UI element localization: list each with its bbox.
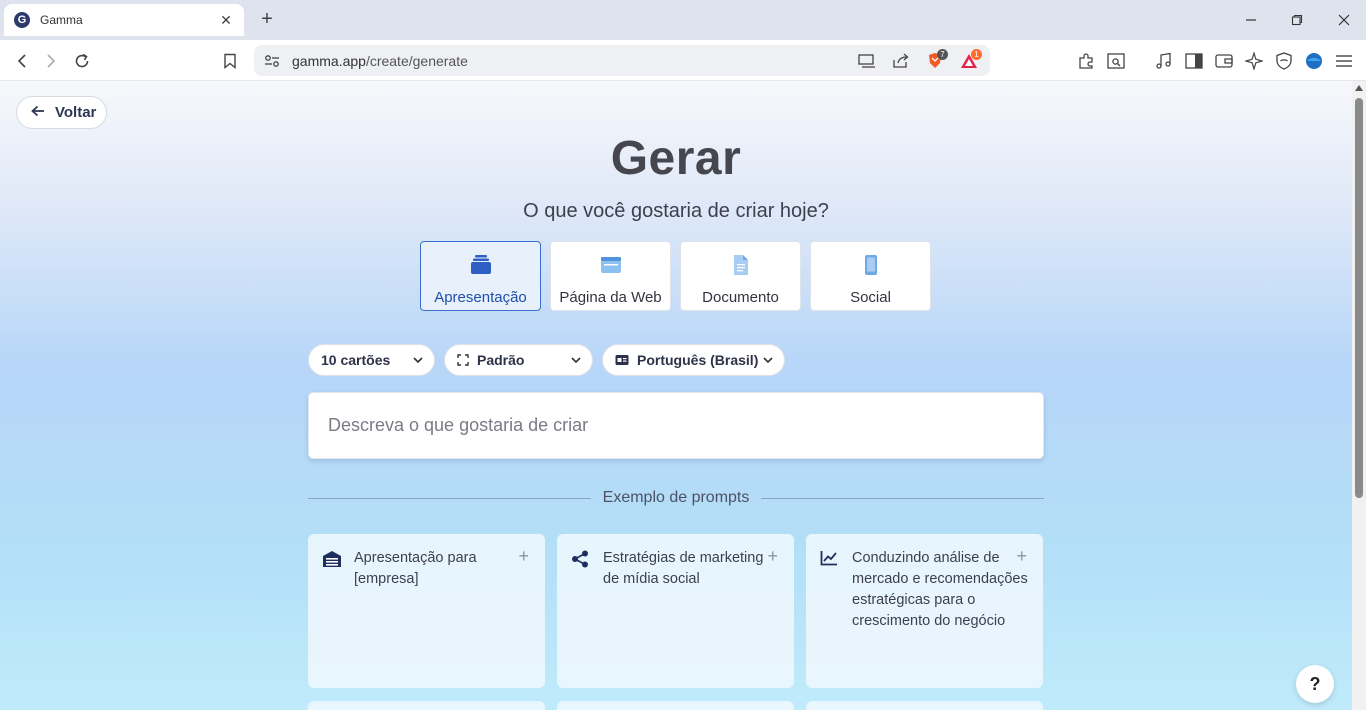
close-window-icon[interactable]: [1330, 6, 1358, 34]
chevron-down-icon: [762, 353, 774, 369]
bookmark-icon[interactable]: [217, 48, 243, 74]
page-title: Gerar: [610, 132, 742, 185]
language-select[interactable]: Português (Brasil): [602, 344, 785, 376]
example-prompt-card-partial[interactable]: [806, 701, 1043, 710]
type-card-presentation[interactable]: Apresentação: [420, 241, 541, 311]
prompt-input[interactable]: [328, 415, 1043, 436]
reload-icon[interactable]: [69, 48, 95, 74]
language-value: Português (Brasil): [637, 352, 759, 368]
page-scrollbar[interactable]: [1352, 81, 1366, 710]
brave-shields-icon[interactable]: 7: [922, 48, 948, 74]
divider-line: [761, 497, 1045, 499]
mobile-icon: [860, 254, 882, 281]
example-prompt-card-partial[interactable]: [308, 701, 545, 710]
format-value: Padrão: [477, 352, 525, 368]
share-nodes-icon: [571, 548, 593, 688]
back-icon[interactable]: [9, 48, 35, 74]
url-path: /create/generate: [365, 52, 468, 69]
gamma-favicon-icon: G: [14, 12, 30, 28]
prompt-input-container[interactable]: [308, 392, 1044, 459]
url-text[interactable]: gamma.app/create/generate: [292, 53, 854, 69]
cast-icon[interactable]: [854, 48, 880, 74]
aspect-ratio-icon: [457, 354, 469, 366]
arrow-left-icon: [31, 104, 45, 122]
browser-tab[interactable]: G Gamma ✕: [4, 4, 244, 36]
example-prompt-card[interactable]: Conduzindo análise de mercado e recomend…: [806, 534, 1043, 688]
add-prompt-icon[interactable]: +: [1016, 546, 1027, 567]
vpn-shield-icon[interactable]: [1271, 48, 1297, 74]
tab-search-icon[interactable]: [1103, 48, 1129, 74]
brave-rewards-icon[interactable]: 1: [956, 48, 982, 74]
example-prompt-text: Apresentação para [empresa]: [354, 550, 477, 587]
webpage-icon: [600, 254, 622, 281]
back-button[interactable]: Voltar: [16, 96, 107, 129]
examples-divider: Exemplo de prompts: [308, 487, 1045, 509]
cards-count-value: 10 cartões: [321, 352, 391, 368]
line-chart-icon: [820, 548, 842, 688]
type-card-label: Apresentação: [434, 289, 527, 306]
minimize-icon[interactable]: [1237, 6, 1265, 34]
menu-icon[interactable]: [1331, 48, 1357, 74]
profile-avatar-icon[interactable]: [1301, 48, 1327, 74]
chevron-down-icon: [570, 353, 582, 369]
add-prompt-icon[interactable]: +: [518, 546, 529, 567]
type-card-webpage[interactable]: Página da Web: [550, 241, 671, 311]
page-viewport: Voltar Gerar O que você gostaria de cria…: [0, 81, 1352, 710]
shields-count-badge: 7: [937, 48, 948, 60]
example-prompt-text: Conduzindo análise de mercado e recomend…: [852, 550, 1028, 629]
type-card-label: Social: [850, 289, 891, 306]
document-icon: [730, 254, 752, 281]
divider-line: [308, 497, 591, 499]
type-card-label: Página da Web: [559, 289, 662, 306]
help-button[interactable]: ?: [1296, 665, 1334, 703]
example-prompt-text: Estratégias de marketing de mídia social: [603, 550, 764, 587]
rewards-count-badge: 1: [971, 48, 982, 60]
example-prompt-card[interactable]: Apresentação para [empresa] +: [308, 534, 545, 688]
new-tab-icon[interactable]: +: [256, 8, 278, 30]
share-icon[interactable]: [888, 48, 914, 74]
music-icon[interactable]: [1151, 48, 1177, 74]
add-prompt-icon[interactable]: +: [767, 546, 778, 567]
examples-heading: Exemplo de prompts: [602, 489, 750, 506]
site-settings-icon[interactable]: [264, 54, 280, 68]
scroll-thumb[interactable]: [1355, 98, 1363, 498]
language-icon: [615, 354, 629, 366]
wallet-icon[interactable]: [1211, 48, 1237, 74]
extensions-icon[interactable]: [1073, 48, 1099, 74]
scroll-up-icon[interactable]: [1355, 85, 1363, 91]
tab-bar: G Gamma ✕ +: [0, 0, 1366, 40]
chevron-down-icon: [412, 353, 424, 369]
presentation-stack-icon: [470, 254, 492, 281]
browser-toolbar: gamma.app/create/generate 7 1: [0, 40, 1366, 81]
back-label: Voltar: [55, 104, 97, 121]
forward-icon[interactable]: [38, 48, 64, 74]
type-card-document[interactable]: Documento: [680, 241, 801, 311]
page-subtitle: O que você gostaria de criar hoje?: [523, 200, 829, 222]
example-prompt-card[interactable]: Estratégias de marketing de mídia social…: [557, 534, 794, 688]
leo-ai-icon[interactable]: [1241, 48, 1267, 74]
url-domain: gamma.app: [292, 52, 366, 69]
example-prompt-card-partial[interactable]: [557, 701, 794, 710]
address-bar[interactable]: gamma.app/create/generate 7 1: [254, 45, 990, 76]
sidebar-icon[interactable]: [1181, 48, 1207, 74]
type-card-label: Documento: [702, 289, 779, 306]
close-tab-icon[interactable]: ✕: [218, 12, 234, 29]
type-card-social[interactable]: Social: [810, 241, 931, 311]
cards-count-select[interactable]: 10 cartões: [308, 344, 435, 376]
restore-icon[interactable]: [1283, 6, 1311, 34]
building-icon: [322, 548, 344, 688]
format-select[interactable]: Padrão: [444, 344, 593, 376]
tab-title: Gamma: [40, 13, 83, 27]
